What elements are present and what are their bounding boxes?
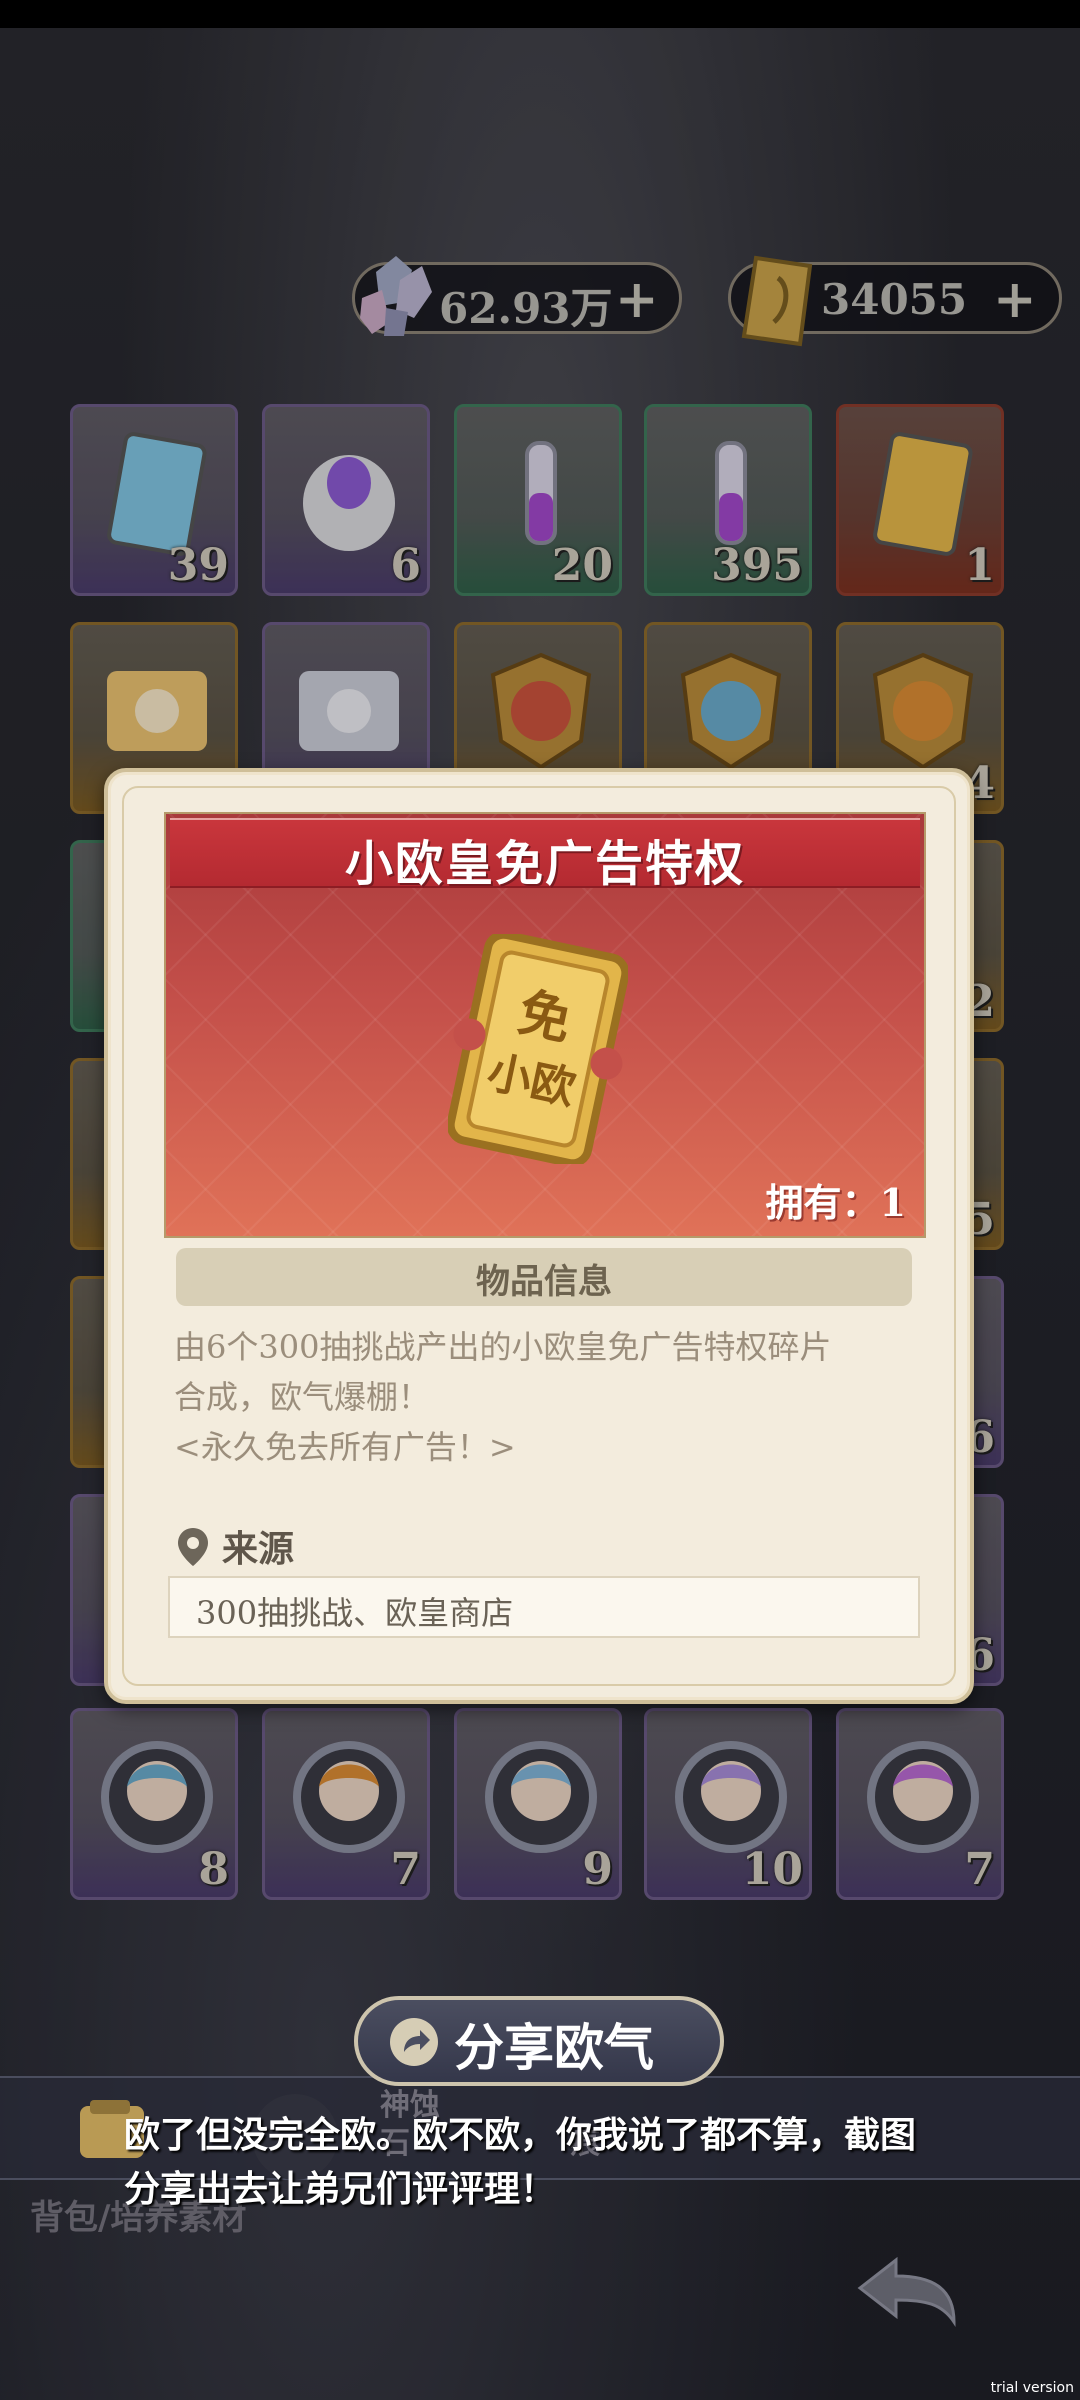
location-pin-icon bbox=[178, 1528, 208, 1566]
status-bar bbox=[0, 0, 1080, 28]
source-value: 300抽挑战、欧皇商店 bbox=[196, 1594, 514, 1632]
source-box: 300抽挑战、欧皇商店 bbox=[168, 1576, 920, 1638]
share-caption: 欧了但没完全欧。欧不欧，你我说了都不算，截图 分享出去让弟兄们评评理！ bbox=[124, 2108, 944, 2216]
owned-count: 拥有：1 bbox=[765, 1180, 906, 1225]
item-banner: 小欧皇免广告特权 免 小欧 拥有：1 bbox=[164, 812, 926, 1238]
share-label: 分享欧气 bbox=[454, 2018, 654, 2077]
item-description: 由6个300抽挑战产出的小欧皇免广告特权碎片 合成，欧气爆棚！ <永久免去所有广… bbox=[174, 1322, 914, 1472]
item-detail-modal: 小欧皇免广告特权 免 小欧 拥有：1 物品信息 由6个300抽挑战产出的小欧皇免… bbox=[104, 768, 974, 1704]
ad-free-ticket-icon: 免 小欧 bbox=[448, 934, 628, 1164]
title-ribbon: 小欧皇免广告特权 bbox=[170, 818, 920, 892]
watermark: trial version bbox=[990, 2380, 1074, 2396]
item-info-header: 物品信息 bbox=[176, 1248, 912, 1306]
source-label: 来源 bbox=[222, 1528, 295, 1570]
share-button[interactable]: 分享欧气 bbox=[354, 1996, 724, 2086]
desc-line-3: <永久免去所有广告！> bbox=[174, 1428, 516, 1466]
caption-line-1: 欧了但没完全欧。欧不欧，你我说了都不算，截图 bbox=[124, 2114, 917, 2156]
item-title: 小欧皇免广告特权 bbox=[344, 836, 745, 892]
back-arrow-icon[interactable] bbox=[852, 2252, 962, 2332]
desc-line-1: 由6个300抽挑战产出的小欧皇免广告特权碎片 bbox=[174, 1328, 832, 1366]
caption-line-2: 分享出去让弟兄们评评理！ bbox=[124, 2168, 557, 2210]
item-info-title: 物品信息 bbox=[476, 1262, 612, 1302]
share-arrow-icon bbox=[390, 2018, 438, 2066]
desc-line-2: 合成，欧气爆棚！ bbox=[174, 1378, 431, 1416]
